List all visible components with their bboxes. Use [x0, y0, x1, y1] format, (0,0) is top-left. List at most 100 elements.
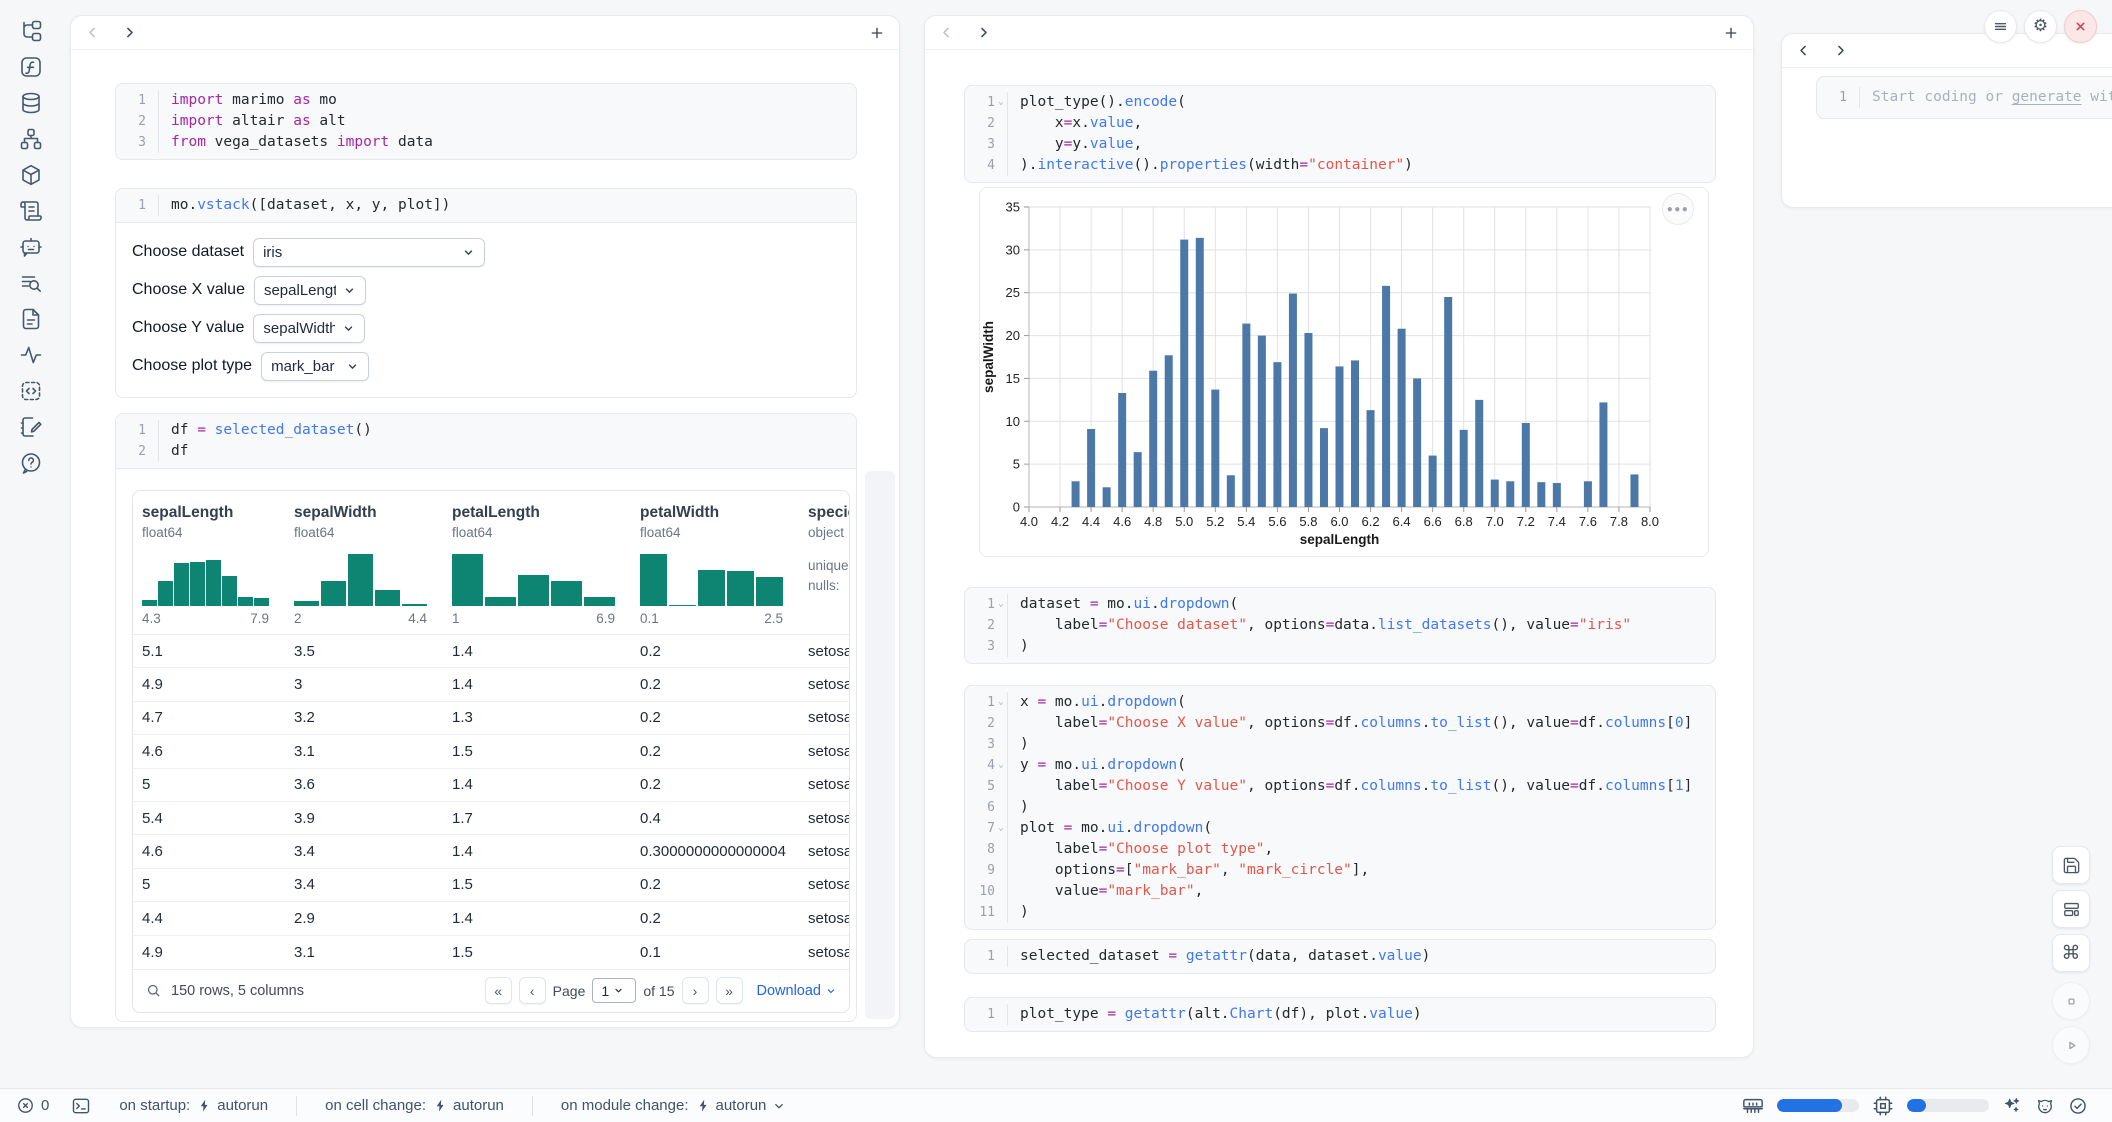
layout-button[interactable] [2052, 890, 2090, 928]
last-page-button[interactable]: » [716, 977, 743, 1004]
page-select[interactable]: 1 [592, 978, 636, 1003]
scratchpad-icon[interactable] [18, 414, 44, 440]
cell-vstack-code[interactable]: 1mo.vstack([dataset, x, y, plot]) [116, 189, 856, 223]
next-page-button[interactable]: › [682, 977, 709, 1004]
dropdown-1[interactable]: sepalLength [254, 276, 366, 305]
snippets-icon[interactable] [18, 378, 44, 404]
menu-button[interactable] [1984, 10, 2017, 43]
fold-icon[interactable]: ⌄ [995, 594, 1007, 615]
table-cell: setosa [799, 876, 850, 893]
dropdown-2[interactable]: sepalWidth [253, 314, 365, 343]
logs-icon[interactable] [18, 198, 44, 224]
add-cell-icon[interactable] [1723, 25, 1739, 41]
fold-icon[interactable]: ⌄ [995, 92, 1007, 113]
cell-plot-type[interactable]: 1plot_type = getattr(alt.Chart(df), plot… [964, 997, 1716, 1032]
dependency-graph-icon[interactable] [18, 126, 44, 152]
save-button[interactable] [2052, 846, 2090, 884]
kernel-connected-icon[interactable] [2068, 1096, 2088, 1116]
cell-df-code[interactable]: 1df = selected_dataset()2df [116, 414, 856, 469]
table-row[interactable]: 5.13.51.40.2setosa [133, 635, 849, 668]
documentation-icon[interactable] [18, 306, 44, 332]
close-button[interactable] [2064, 10, 2097, 43]
line-number: 4 [965, 155, 995, 176]
table-of-contents-icon[interactable] [18, 270, 44, 296]
download-button[interactable]: Download [757, 983, 838, 999]
prev-page-button[interactable]: ‹ [519, 977, 546, 1004]
column-header-petalWidth[interactable]: petalWidthfloat640.12.5 [631, 504, 799, 626]
column-header-petalLength[interactable]: petalLengthfloat6416.9 [443, 504, 631, 626]
column-header-species[interactable]: speciesobjectunique:nulls: [799, 504, 850, 626]
line-number: 1 [1817, 87, 1847, 108]
line-number: 2 [965, 615, 995, 636]
column-next-icon[interactable] [1833, 43, 1848, 58]
ai-sparkles-icon[interactable] [2002, 1096, 2022, 1116]
cell-dataset-dropdown[interactable]: 1⌄dataset = mo.ui.dropdown(2 label="Choo… [964, 587, 1716, 664]
cell-plot-code[interactable]: 1⌄plot_type().encode(2 x=x.value,3 y=y.v… [964, 85, 1716, 183]
code-line-text: plot = mo.ui.dropdown( [1007, 818, 1212, 839]
middle-notebook-column: 1⌄plot_type().encode(2 x=x.value,3 y=y.v… [924, 15, 1754, 1058]
svg-text:sepalLength: sepalLength [1300, 532, 1380, 547]
table-cell: 0.2 [631, 910, 799, 927]
marimo-cat-icon[interactable] [2035, 1096, 2055, 1116]
svg-text:20: 20 [1006, 328, 1020, 343]
table-row[interactable]: 4.63.41.40.3000000000000004setosa [133, 835, 849, 868]
chart-menu-button[interactable]: ●●● [1662, 193, 1694, 225]
runtime-config-1[interactable]: on cell change:autorun [325, 1097, 504, 1114]
column-prev-icon[interactable] [939, 25, 954, 40]
column-header-sepalLength[interactable]: sepalLengthfloat644.37.9 [133, 504, 285, 626]
table-cell: 0.2 [631, 709, 799, 726]
tracing-icon[interactable] [18, 342, 44, 368]
runtime-config-2[interactable]: on module change:autorun [561, 1097, 786, 1114]
dropdown-0[interactable]: iris [253, 238, 485, 267]
code-line-text: ) [1007, 734, 1029, 755]
svg-text:8.0: 8.0 [1641, 514, 1659, 529]
table-row[interactable]: 53.41.50.2setosa [133, 869, 849, 902]
search-icon[interactable] [145, 982, 162, 999]
empty-cell-editor[interactable]: 1 Start coding or generate with [1816, 76, 2112, 119]
add-cell-icon[interactable] [869, 25, 885, 41]
functions-icon[interactable] [18, 54, 44, 80]
control-row: Choose Y valuesepalWidth [132, 309, 856, 347]
table-row[interactable]: 4.63.11.50.2setosa [133, 735, 849, 768]
runtime-config-0[interactable]: on startup:autorun [119, 1097, 268, 1114]
settings-button[interactable]: ⚙ [2024, 10, 2057, 43]
table-cell: 2.9 [285, 910, 443, 927]
column-header-sepalWidth[interactable]: sepalWidthfloat6424.4 [285, 504, 443, 626]
chat-icon[interactable] [18, 234, 44, 260]
save-icon [2062, 856, 2081, 875]
run-button[interactable] [2052, 1026, 2090, 1064]
fold-icon[interactable]: ⌄ [995, 692, 1007, 713]
table-row[interactable]: 53.61.40.2setosa [133, 769, 849, 802]
cell-df-output: sepalLengthfloat644.37.9sepalWidthfloat6… [116, 469, 856, 1021]
file-tree-icon[interactable] [18, 18, 44, 44]
table-row[interactable]: 4.931.40.2setosa [133, 668, 849, 701]
fold-icon[interactable]: ⌄ [995, 818, 1007, 839]
table-row[interactable]: 4.73.21.30.2setosa [133, 702, 849, 735]
help-icon[interactable] [18, 450, 44, 476]
terminal-button[interactable] [71, 1096, 91, 1116]
config-value: autorun [217, 1097, 268, 1114]
fold-icon[interactable]: ⌄ [995, 755, 1007, 776]
table-cell: 3.5 [285, 643, 443, 660]
bar-chart[interactable]: 051015202530354.04.24.44.64.85.05.25.45.… [980, 188, 1710, 558]
chevron-down-icon [343, 284, 356, 297]
generate-link[interactable]: generate [2012, 89, 2082, 105]
error-indicator[interactable]: 0 [16, 1096, 49, 1115]
column-prev-icon[interactable] [85, 25, 100, 40]
cell-xy-plot-dropdowns[interactable]: 1⌄x = mo.ui.dropdown(2 label="Choose X v… [964, 685, 1716, 930]
column-next-icon[interactable] [976, 25, 991, 40]
column-next-icon[interactable] [122, 25, 137, 40]
packages-icon[interactable] [18, 162, 44, 188]
datasources-icon[interactable] [18, 90, 44, 116]
keyboard-shortcuts-button[interactable]: ⌘ [2052, 934, 2090, 972]
cell-imports[interactable]: 1import marimo as mo2import altair as al… [115, 83, 857, 160]
first-page-button[interactable]: « [485, 977, 512, 1004]
table-row[interactable]: 4.42.91.40.2setosa [133, 902, 849, 935]
cell-selected-dataset[interactable]: 1selected_dataset = getattr(data, datase… [964, 939, 1716, 974]
table-row[interactable]: 5.43.91.70.4setosa [133, 802, 849, 835]
column-prev-icon[interactable] [1796, 43, 1811, 58]
stop-button[interactable] [2052, 982, 2090, 1020]
dropdown-3[interactable]: mark_bar [261, 352, 369, 381]
scrollbar-track[interactable] [865, 471, 895, 1019]
table-row[interactable]: 4.93.11.50.1setosa [133, 936, 849, 969]
